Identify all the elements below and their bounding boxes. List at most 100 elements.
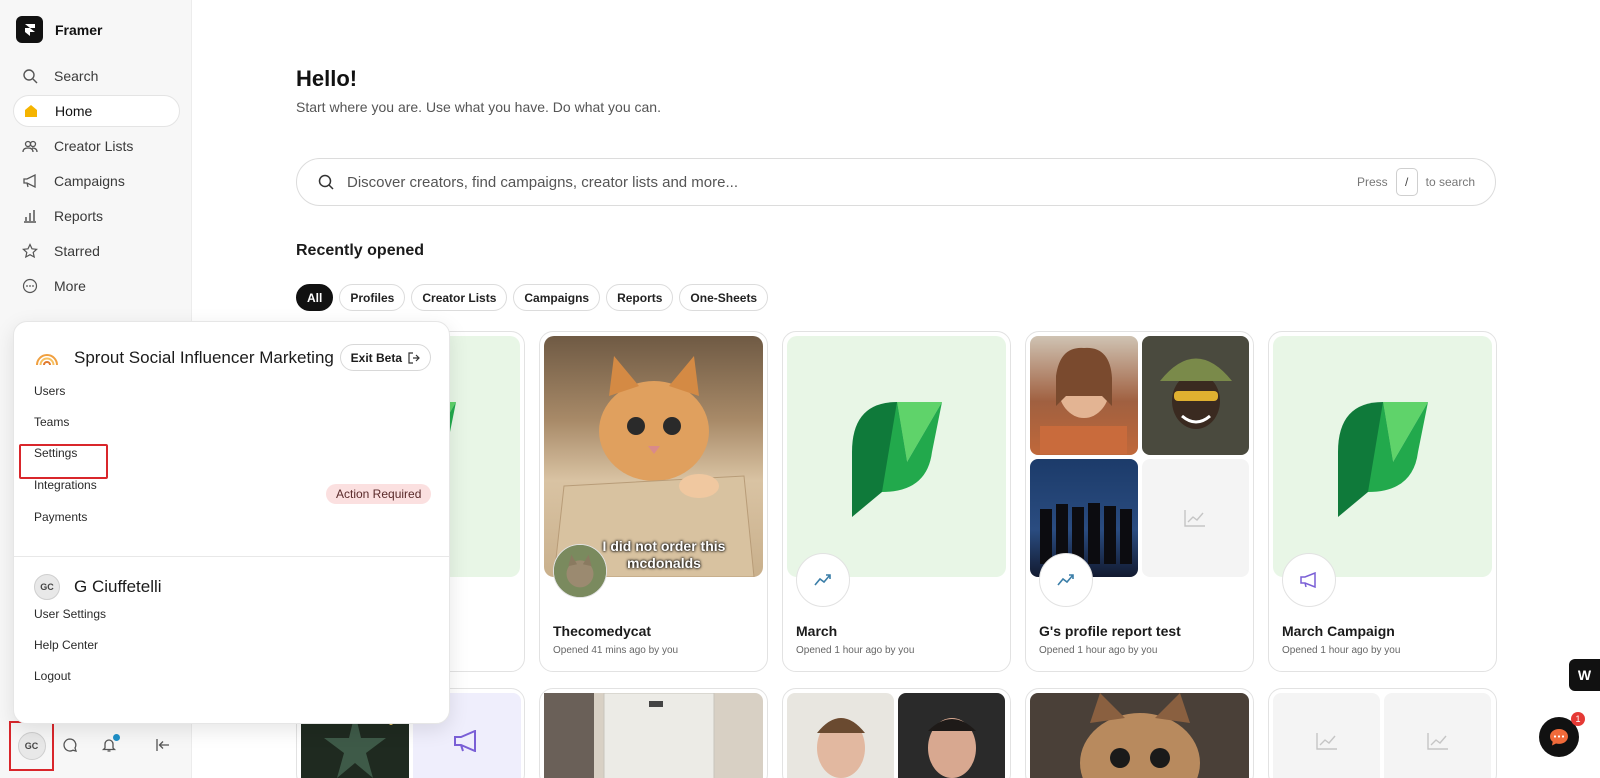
account-popup-menu: Sprout Social Influencer Marketing Exit … (13, 321, 450, 724)
profile-thumbnail (898, 693, 1005, 778)
user-name: G Ciuffetelli (74, 577, 162, 596)
nav-label: Creator Lists (54, 138, 134, 154)
filter-campaigns[interactable]: Campaigns (513, 284, 601, 311)
chat-unread-badge: 1 (1571, 712, 1585, 726)
recent-card[interactable]: G's profile report test Opened 1 hour ag… (1025, 331, 1254, 672)
search-shortcut-hint: Press / to search (1357, 168, 1475, 196)
menu-item-teams[interactable]: Teams (34, 415, 69, 429)
org-header: Sprout Social Influencer Marketing Exit … (34, 344, 431, 371)
nav-label: Home (55, 103, 93, 119)
menu-item-help-center[interactable]: Help Center (34, 638, 98, 652)
recently-opened-title: Recently opened (296, 242, 425, 259)
recent-filters: All Profiles Creator Lists Campaigns Rep… (296, 284, 769, 311)
menu-item-user-settings[interactable]: User Settings (34, 607, 106, 621)
notification-dot (113, 734, 120, 741)
nav-item-starred[interactable]: Starred (13, 235, 180, 267)
card-thumbnail (1030, 693, 1249, 778)
trend-placeholder-icon (1384, 693, 1491, 778)
user-header: GC G Ciuffetelli (34, 574, 162, 600)
card-title: Thecomedycat (553, 623, 652, 639)
app-root: Framer Search Home Creator Lists Campaig… (0, 0, 1600, 778)
menu-item-integrations[interactable]: Integrations (34, 478, 97, 492)
nav-item-more[interactable]: More (13, 270, 180, 302)
card-title: March Campaign (1282, 623, 1395, 639)
collapse-sidebar-icon[interactable] (152, 734, 174, 756)
nav-label: Search (54, 68, 99, 84)
recent-card[interactable]: March Campaign Opened 1 hour ago by you (1268, 331, 1497, 672)
chat-icon[interactable] (59, 734, 81, 756)
nav-label: More (54, 278, 86, 294)
nav-item-creator-lists[interactable]: Creator Lists (13, 130, 180, 162)
card-meta: Opened 41 mins ago by you (553, 645, 679, 656)
cat-video-thumbnail: I did not order this mcdonalds (544, 336, 763, 577)
bar-chart-icon (21, 207, 39, 225)
brand[interactable]: Framer (16, 16, 102, 43)
users-icon (21, 137, 39, 155)
card-thumbnail (544, 692, 763, 778)
nav-label: Starred (54, 243, 100, 259)
home-icon (22, 102, 40, 120)
campaign-megaphone-icon (1282, 553, 1336, 607)
sidebar-bottom-bar: GC (0, 720, 192, 778)
recent-card[interactable] (539, 688, 768, 778)
report-trend-icon (796, 553, 850, 607)
nav-item-search[interactable]: Search (13, 60, 180, 92)
recent-card[interactable] (1025, 688, 1254, 778)
filter-reports[interactable]: Reports (606, 284, 674, 311)
card-title: G's profile report test (1039, 623, 1181, 639)
card-title: March (796, 623, 838, 639)
recent-card[interactable]: I did not order this mcdonalds Thecomedy… (539, 331, 768, 672)
hint-suffix: to search (1425, 175, 1475, 189)
sprout-logo-icon (1273, 336, 1492, 577)
hint-press: Press (1356, 175, 1388, 189)
card-meta: Opened 1 hour ago by you (1039, 645, 1158, 656)
filter-creator-lists[interactable]: Creator Lists (411, 284, 508, 311)
profile-thumbnail (1030, 336, 1138, 455)
nav-item-home[interactable]: Home (13, 95, 180, 127)
search-input[interactable] (347, 173, 1357, 191)
report-trend-icon (1039, 553, 1093, 607)
more-icon (21, 277, 39, 295)
menu-item-payments[interactable]: Payments (34, 510, 87, 524)
account-button[interactable]: GC (9, 721, 54, 771)
webflow-widget-icon[interactable]: W (1569, 659, 1600, 691)
sprout-logo-icon (787, 336, 1006, 577)
star-icon (21, 242, 39, 260)
divider (14, 556, 449, 557)
search-icon (318, 174, 334, 190)
recent-card[interactable] (782, 688, 1011, 778)
sprout-rainbow-logo-icon (36, 353, 58, 365)
exit-beta-label: Exit Beta (350, 350, 402, 365)
avatar: GC (17, 732, 46, 760)
nav-item-reports[interactable]: Reports (13, 200, 180, 232)
filter-all[interactable]: All (296, 284, 334, 311)
profile-avatar (553, 544, 607, 598)
global-search-bar[interactable]: Press / to search (296, 158, 1496, 206)
exit-icon (408, 351, 420, 364)
filter-one-sheets[interactable]: One-Sheets (679, 284, 769, 311)
main-nav: Search Home Creator Lists Campaigns Repo… (13, 60, 180, 305)
brand-name: Framer (55, 21, 103, 38)
framer-logo-icon (16, 16, 43, 43)
bell-icon[interactable] (98, 734, 120, 756)
nav-label: Campaigns (54, 173, 125, 189)
exit-beta-button[interactable]: Exit Beta (339, 344, 431, 371)
nav-item-campaigns[interactable]: Campaigns (13, 165, 180, 197)
action-required-badge: Action Required (326, 484, 432, 504)
menu-item-users[interactable]: Users (34, 384, 65, 398)
menu-item-logout[interactable]: Logout (34, 669, 71, 683)
trend-placeholder-icon (1273, 693, 1380, 778)
card-meta: Opened 1 hour ago by you (1282, 645, 1401, 656)
nav-label: Reports (54, 208, 104, 224)
search-icon (21, 67, 39, 85)
recent-card[interactable] (1268, 688, 1497, 778)
recent-card[interactable]: March Opened 1 hour ago by you (782, 331, 1011, 672)
megaphone-icon (21, 172, 39, 190)
card-meta: Opened 1 hour ago by you (796, 645, 915, 656)
profile-thumbnail (787, 693, 894, 778)
page-subtitle: Start where you are. Use what you have. … (296, 99, 661, 115)
filter-profiles[interactable]: Profiles (339, 284, 406, 311)
avatar: GC (34, 574, 60, 600)
profile-thumbnail (1141, 336, 1249, 455)
menu-item-settings[interactable]: Settings (34, 446, 77, 460)
